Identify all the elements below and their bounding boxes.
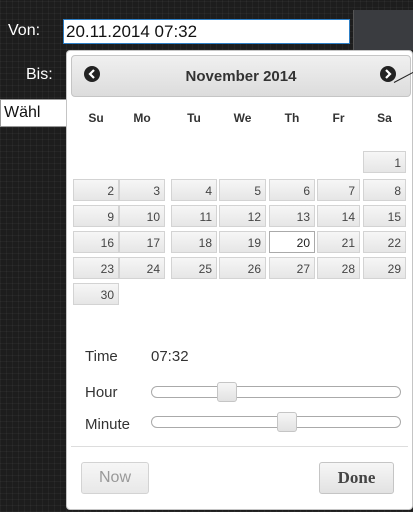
done-button[interactable]: Done bbox=[319, 462, 394, 494]
weekday-mo: Mo bbox=[133, 111, 151, 125]
hour-slider-handle[interactable] bbox=[217, 382, 238, 402]
to-label: Bis: bbox=[26, 66, 53, 83]
day-cell-25[interactable]: 25 bbox=[171, 257, 217, 279]
day-cell-8[interactable]: 8 bbox=[363, 179, 406, 201]
weekday-tu: Tu bbox=[187, 111, 201, 125]
minute-label: Minute bbox=[85, 416, 131, 433]
day-cell-22[interactable]: 22 bbox=[363, 231, 406, 253]
day-cell-11[interactable]: 11 bbox=[171, 205, 217, 227]
day-cell-18[interactable]: 18 bbox=[171, 231, 217, 253]
hour-label: Hour bbox=[85, 384, 118, 401]
day-cell-17[interactable]: 17 bbox=[119, 231, 165, 253]
day-cell-3[interactable]: 3 bbox=[119, 179, 165, 201]
day-cell-12[interactable]: 12 bbox=[219, 205, 266, 227]
hour-slider[interactable] bbox=[151, 382, 401, 402]
day-cell-30[interactable]: 30 bbox=[73, 283, 119, 305]
weekday-we: We bbox=[233, 111, 252, 125]
minute-slider-handle[interactable] bbox=[276, 412, 297, 432]
day-cell-27[interactable]: 27 bbox=[269, 257, 315, 279]
button-divider bbox=[71, 446, 408, 447]
day-cell-10[interactable]: 10 bbox=[119, 205, 165, 227]
day-cell-13[interactable]: 13 bbox=[269, 205, 315, 227]
month-title: November 2014 bbox=[185, 68, 297, 85]
day-cell-5[interactable]: 5 bbox=[219, 179, 266, 201]
time-value: 07:32 bbox=[151, 348, 189, 365]
day-cell-24[interactable]: 24 bbox=[119, 257, 165, 279]
weekday-sa: Sa bbox=[377, 111, 392, 125]
day-cell-29[interactable]: 29 bbox=[363, 257, 406, 279]
weekday-su: Su bbox=[88, 111, 104, 125]
day-cell-2[interactable]: 2 bbox=[73, 179, 119, 201]
weekday-fr: Fr bbox=[332, 111, 345, 125]
from-label: Von: bbox=[8, 22, 41, 39]
day-cell-9[interactable]: 9 bbox=[73, 205, 119, 227]
day-cell-16[interactable]: 16 bbox=[73, 231, 119, 253]
day-cell-26[interactable]: 26 bbox=[219, 257, 266, 279]
day-cell-1[interactable]: 1 bbox=[363, 151, 406, 173]
day-cell-28[interactable]: 28 bbox=[317, 257, 360, 279]
day-cell-4[interactable]: 4 bbox=[171, 179, 217, 201]
time-label: Time bbox=[85, 348, 118, 365]
weekday-header: Su Mo Tu We Th Fr Sa bbox=[67, 111, 413, 127]
day-cell-23[interactable]: 23 bbox=[73, 257, 119, 279]
select-dropdown[interactable]: Wähl bbox=[0, 99, 70, 127]
day-cell-19[interactable]: 19 bbox=[219, 231, 266, 253]
picker-header: November 2014 bbox=[71, 55, 411, 97]
weekday-th: Th bbox=[284, 111, 300, 125]
side-panel bbox=[353, 10, 413, 50]
from-datetime-input[interactable] bbox=[63, 19, 350, 44]
day-cell-15[interactable]: 15 bbox=[363, 205, 406, 227]
now-button[interactable]: Now bbox=[81, 462, 149, 494]
datetime-picker: November 2014 Su Mo Tu We Th Fr Sa 1 2 3 4 5 6 7 8 9 10… bbox=[66, 50, 413, 510]
day-cell-7[interactable]: 7 bbox=[317, 179, 360, 201]
day-cell-6[interactable]: 6 bbox=[269, 179, 315, 201]
next-month-icon[interactable] bbox=[380, 66, 396, 82]
day-cell-14[interactable]: 14 bbox=[317, 205, 360, 227]
day-cell-20[interactable]: 20 bbox=[269, 231, 315, 253]
day-cell-21[interactable]: 21 bbox=[317, 231, 360, 253]
minute-slider[interactable] bbox=[151, 412, 401, 432]
